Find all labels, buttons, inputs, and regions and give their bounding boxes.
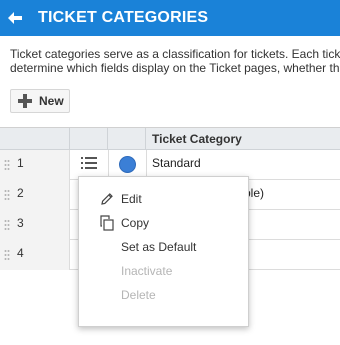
order-cell: 4	[0, 240, 70, 270]
menu-item-label: Delete	[121, 288, 156, 302]
description-line-1: Ticket categories serve as a classificat…	[10, 47, 340, 61]
menu-item-edit[interactable]: Edit	[79, 187, 250, 211]
copy-icon	[99, 215, 115, 231]
header-cell-actions	[70, 128, 108, 150]
drag-handle-icon[interactable]	[4, 158, 10, 170]
menu-item-set-as-default[interactable]: Set as Default	[79, 235, 250, 259]
menu-item-label: Set as Default	[121, 240, 197, 254]
category-color-swatch	[119, 156, 136, 173]
row-context-menu: Edit Copy Set as Default Inactivate Dele…	[78, 176, 249, 327]
menu-item-label: Copy	[121, 216, 150, 230]
plus-icon	[17, 93, 33, 109]
table-header: Ticket Category	[0, 128, 340, 150]
page-header: TICKET CATEGORIES	[0, 0, 340, 36]
category-name: Standard	[152, 156, 201, 170]
header-cell-color	[108, 128, 146, 150]
header-cell-order	[0, 128, 70, 150]
row-menu-icon[interactable]	[80, 155, 98, 171]
order-cell: 2	[0, 180, 70, 210]
menu-item-delete: Delete	[79, 283, 250, 307]
pencil-icon	[99, 191, 115, 207]
drag-handle-icon[interactable]	[4, 248, 10, 260]
page-title: TICKET CATEGORIES	[38, 9, 209, 26]
row-number: 2	[17, 186, 24, 200]
description-line-2: determine which fields display on the Ti…	[10, 61, 340, 75]
row-number: 4	[17, 246, 24, 260]
new-button-label: New	[39, 94, 64, 108]
drag-handle-icon[interactable]	[4, 218, 10, 230]
menu-item-label: Edit	[121, 192, 142, 206]
back-arrow-icon[interactable]	[0, 0, 30, 36]
menu-item-inactivate: Inactivate	[79, 259, 250, 283]
row-number: 3	[17, 216, 24, 230]
column-header-ticket-category[interactable]: Ticket Category	[152, 132, 242, 146]
order-cell: 3	[0, 210, 70, 240]
menu-item-copy[interactable]: Copy	[79, 211, 250, 235]
row-number: 1	[17, 156, 24, 170]
order-cell: 1	[0, 150, 70, 180]
drag-handle-icon[interactable]	[4, 188, 10, 200]
page-description: Ticket categories serve as a classificat…	[10, 47, 340, 75]
new-button[interactable]: New	[10, 89, 70, 113]
menu-item-label: Inactivate	[121, 264, 173, 278]
